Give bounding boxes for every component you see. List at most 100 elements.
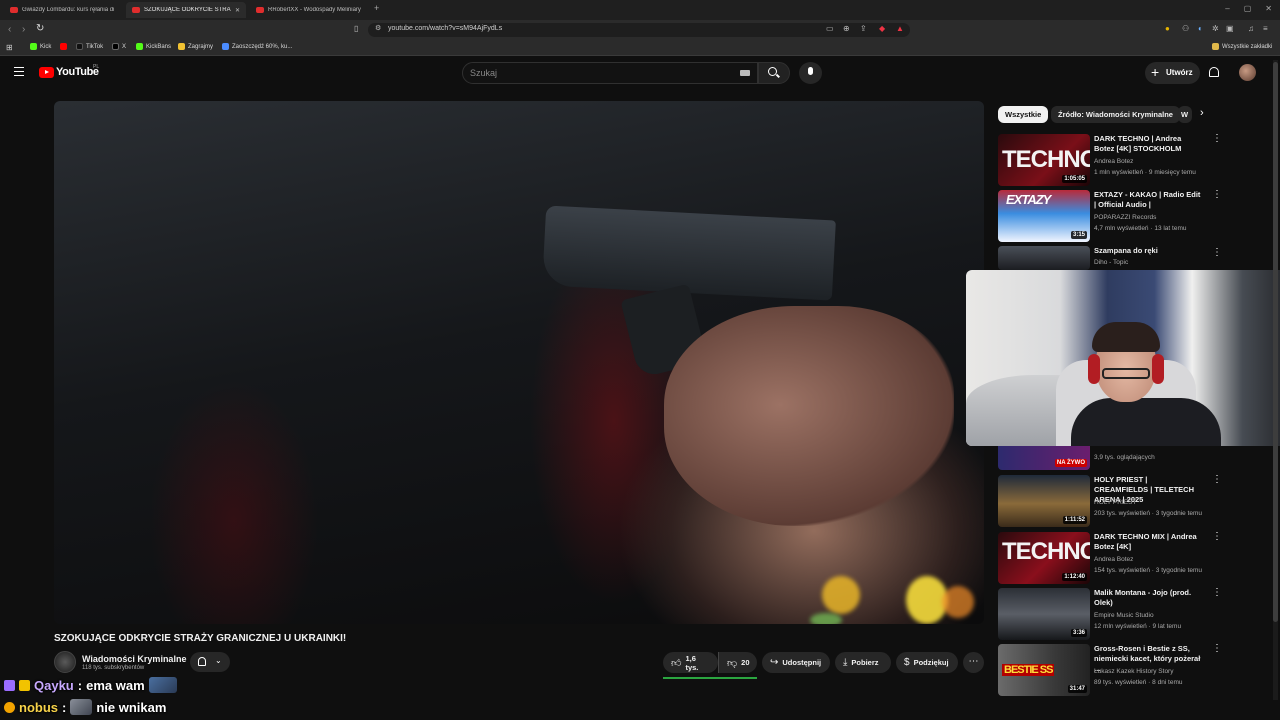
chip-more[interactable]: W — [1178, 106, 1192, 123]
video-thumbnail[interactable] — [998, 246, 1090, 270]
sidebar-icon[interactable]: ▣ — [1226, 24, 1234, 33]
account-avatar[interactable] — [1239, 64, 1256, 81]
video-player[interactable] — [54, 101, 984, 624]
recommendation-item[interactable]: 3:36 Malik Montana - Jojo (prod. Olek) E… — [998, 588, 1228, 640]
recommendation-item[interactable]: 1:11:52 HOLY PRIEST | CREAMFIELDS | TELE… — [998, 475, 1228, 527]
recommendation-title[interactable]: DARK TECHNO | Andrea Botez [4K] STOCKHOL… — [1094, 134, 1202, 154]
menu-icon[interactable]: ≡ — [1263, 24, 1268, 33]
recommendation-channel[interactable]: POPARAZZI Records — [1094, 214, 1156, 221]
search-input[interactable] — [470, 67, 730, 79]
bookmark-x[interactable]: X — [112, 43, 126, 50]
bookmark-youtube[interactable] — [60, 43, 67, 50]
keyboard-icon[interactable] — [740, 70, 750, 76]
headset-icon — [1152, 354, 1164, 384]
thanks-button[interactable]: $ Podziękuj — [896, 652, 958, 673]
chip-all[interactable]: Wszystkie — [998, 106, 1049, 123]
forward-icon[interactable]: › — [22, 24, 25, 35]
recommendation-channel[interactable]: Andrea Botez — [1094, 158, 1133, 165]
brave-shield-icon[interactable]: ◆ — [879, 24, 885, 33]
minimize-icon[interactable]: – — [1225, 4, 1229, 13]
tab-label: RRobertXX - Wodospady Meliniary — [268, 7, 361, 13]
apps-grid-icon[interactable]: ⊞ — [6, 43, 13, 52]
back-icon[interactable]: ‹ — [8, 24, 11, 35]
maximize-icon[interactable]: ▢ — [1244, 4, 1252, 13]
video-thumbnail[interactable]: EXTAZY 3:15 — [998, 190, 1090, 242]
recommendation-item[interactable]: TECHNO 1:05:05 DARK TECHNO | Andrea Bote… — [998, 134, 1228, 186]
recommendation-item[interactable]: BESTIE SS 31:47 Gross-Rosen i Bestie z S… — [998, 644, 1228, 696]
chip-source[interactable]: Źródło: Wiadomości Kryminalne — [1051, 106, 1180, 123]
video-thumbnail[interactable]: TECHNO 1:12:40 — [998, 532, 1090, 584]
download-button[interactable]: ⤓ Pobierz — [835, 652, 891, 673]
channel-name[interactable]: Wiadomości Kryminalne — [82, 654, 186, 664]
video-thumbnail[interactable]: BESTIE SS 31:47 — [998, 644, 1090, 696]
url-text[interactable]: youtube.com/watch?v=sM94AjFydLs — [388, 25, 502, 32]
recommendation-item[interactable]: EXTAZY 3:15 EXTAZY - KAKAO | Radio Edit … — [998, 190, 1228, 242]
video-thumbnail[interactable]: 3:36 — [998, 588, 1090, 640]
browser-tab-2[interactable]: SZOKUJĄCE ODKRYCIE STRA... ✕ — [126, 2, 246, 18]
kebab-menu-icon[interactable]: ⋮ — [1212, 475, 1222, 485]
video-thumbnail[interactable]: NA ŻYWO — [998, 446, 1090, 470]
recommendation-channel[interactable]: Andrea Botez — [1094, 556, 1133, 563]
close-tab-icon[interactable]: ✕ — [235, 7, 240, 14]
recommendation-item[interactable]: TECHNO 1:12:40 DARK TECHNO MIX | Andrea … — [998, 532, 1228, 584]
tab-label: SZOKUJĄCE ODKRYCIE STRA... — [144, 7, 231, 13]
browser-tab-3[interactable]: RRobertXX - Wodospady Meliniary — [250, 2, 368, 18]
recommendation-channel[interactable]: Diho - Topic — [1094, 259, 1128, 266]
recommendation-title[interactable]: DARK TECHNO MIX | Andrea Botez [4K] — [1094, 532, 1202, 552]
cast-icon[interactable]: ▭ — [826, 24, 834, 33]
share-icon[interactable]: ⇪ — [860, 24, 867, 33]
recommendation-meta: 89 tys. wyświetleń · 8 dni temu — [1094, 679, 1183, 686]
recommendation-channel[interactable]: Łukasz Kazek History Story — [1094, 668, 1173, 675]
new-tab-button[interactable]: + — [374, 3, 379, 13]
recommendation-title[interactable]: EXTAZY - KAKAO | Radio Edit | Official A… — [1094, 190, 1202, 210]
chevron-right-icon[interactable]: › — [1200, 107, 1204, 119]
notifications-bell-icon[interactable] — [1209, 67, 1219, 77]
extension-icon[interactable]: ⚇ — [1182, 24, 1189, 33]
video-thumbnail[interactable]: 1:11:52 — [998, 475, 1090, 527]
rewards-icon[interactable]: ▲ — [896, 24, 904, 33]
kebab-menu-icon[interactable]: ⋮ — [1212, 532, 1222, 542]
bookmark-kickbans[interactable]: KickBans — [136, 43, 171, 50]
more-actions-button[interactable]: ⋯ — [963, 652, 984, 673]
recommendation-channel[interactable]: HOLY PRIEST — [1094, 499, 1136, 506]
like-button[interactable]: 👍︎ 1,6 tys. — [663, 652, 718, 673]
recommendation-meta: 1 mln wyświetleń · 9 miesięcy temu — [1094, 169, 1196, 176]
video-duration: 1:12:40 — [1062, 573, 1087, 581]
kebab-menu-icon[interactable]: ⋮ — [1212, 190, 1222, 200]
extension-icon[interactable]: ● — [1165, 24, 1170, 33]
dislike-count: 20 — [741, 658, 750, 667]
bookmark-zagrajmy[interactable]: Zagrajmy — [178, 43, 213, 50]
video-duration: 3:15 — [1070, 231, 1087, 239]
extension-icon[interactable]: ◐ — [1198, 24, 1203, 33]
bookmark-deal[interactable]: Zaoszczędź 60%, ku... — [222, 43, 292, 50]
dislike-button[interactable]: 👎︎ 20 — [718, 652, 757, 673]
media-icon[interactable]: ♫ — [1248, 24, 1254, 33]
bookmarks-folder[interactable]: Wszystkie zakładki — [1212, 43, 1272, 50]
site-info-icon[interactable]: ⚙ — [375, 24, 381, 32]
zoom-icon[interactable]: ⊕ — [843, 24, 850, 33]
folder-icon — [1212, 43, 1219, 50]
page-scrollbar-thumb[interactable] — [1273, 62, 1278, 622]
browser-tab-1[interactable]: Gwiazdy Lombardu: kurs ręłania drv — [4, 2, 120, 18]
recommendation-item[interactable]: NA ŻYWO 3,9 tys. oglądających — [998, 446, 1228, 470]
bookmark-kick[interactable]: Kick — [30, 43, 51, 50]
subscription-notifications-button[interactable] — [190, 652, 230, 672]
kebab-menu-icon[interactable]: ⋮ — [1212, 588, 1222, 598]
kebab-menu-icon[interactable]: ⋮ — [1212, 134, 1222, 144]
recommendation-channel[interactable]: Empire Music Studio — [1094, 612, 1154, 619]
share-button[interactable]: ↪ Udostępnij — [762, 652, 830, 673]
kebab-menu-icon[interactable]: ⋮ — [1212, 248, 1222, 258]
recommendation-item[interactable]: Szampana do ręki Diho - Topic ⋮ — [998, 246, 1228, 270]
extensions-puzzle-icon[interactable]: ✲ — [1212, 24, 1219, 33]
recommendation-title[interactable]: Malik Montana - Jojo (prod. Olek) — [1094, 588, 1202, 608]
close-window-icon[interactable]: ✕ — [1265, 4, 1272, 13]
youtube-logo-icon[interactable] — [39, 67, 54, 78]
video-thumbnail[interactable]: TECHNO 1:05:05 — [998, 134, 1090, 186]
kebab-menu-icon[interactable]: ⋮ — [1212, 644, 1222, 654]
bookmark-icon[interactable]: ▯ — [354, 24, 358, 33]
reload-icon[interactable]: ↻ — [36, 23, 44, 34]
hamburger-menu-icon[interactable] — [14, 67, 24, 76]
recommendation-title[interactable]: Szampana do ręki — [1094, 246, 1202, 256]
bookmark-tiktok[interactable]: TikTok — [76, 43, 103, 50]
channel-avatar[interactable] — [54, 651, 76, 673]
